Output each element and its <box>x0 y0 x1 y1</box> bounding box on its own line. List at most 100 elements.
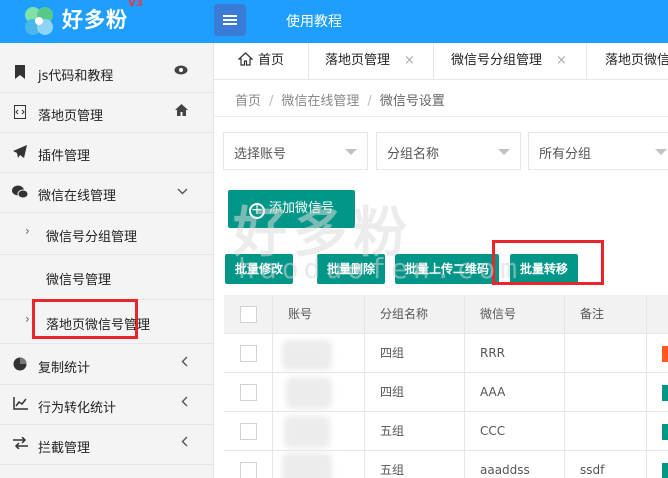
logo-text: 好多粉 <box>62 8 128 32</box>
redacted-account <box>282 453 332 478</box>
cell-wechat: RRR <box>480 346 506 360</box>
column-divider <box>364 295 365 478</box>
sidebar-item-plugins[interactable]: 插件管理 <box>0 133 214 173</box>
group-name-select[interactable]: 分组名称 <box>376 132 521 170</box>
tab-label: 落地页管理 <box>325 53 391 68</box>
breadcrumb-separator: / <box>269 94 274 109</box>
table-row[interactable]: 五组 CCC <box>224 412 668 451</box>
eye-icon[interactable] <box>174 64 188 78</box>
redacted-account <box>286 377 332 409</box>
column-header-account[interactable]: 账号 <box>288 295 312 334</box>
column-header-wechat[interactable]: 微信号 <box>480 295 516 334</box>
redacted-account <box>282 340 332 370</box>
divider <box>214 116 668 117</box>
sidebar-item-label: 落地页微信号管理 <box>46 318 151 333</box>
pie-chart-icon <box>12 357 28 373</box>
redacted-account <box>284 416 330 448</box>
sidebar-item-label: 插件管理 <box>38 149 91 164</box>
code-file-icon <box>12 105 28 121</box>
line-chart-icon <box>12 397 28 413</box>
breadcrumb-current: 微信号设置 <box>379 94 445 109</box>
cell-group: 五组 <box>380 463 405 477</box>
cell-wechat: CCC <box>480 424 506 438</box>
clover-logo-icon <box>25 7 53 35</box>
breadcrumb-separator: / <box>367 94 372 109</box>
home-outline-icon <box>237 52 254 66</box>
paper-plane-icon <box>12 145 28 161</box>
logo[interactable]: 好多粉 V3 <box>0 0 214 43</box>
column-header-group[interactable]: 分组名称 <box>380 295 428 334</box>
status-tag <box>662 424 668 440</box>
cell-group: 四组 <box>380 346 405 360</box>
caret-down-icon <box>498 149 510 155</box>
sidebar-item-conversion-stats[interactable]: 行为转化统计 <box>0 385 214 425</box>
chevron-left-icon <box>181 396 188 410</box>
cell-wechat: aaaddss <box>480 463 530 477</box>
sidebar-item-label: 落地页管理 <box>38 109 104 124</box>
sidebar-item-wechat-accounts[interactable]: 微信号管理 <box>0 256 214 300</box>
sidebar-item-js-code[interactable]: js代码和教程 <box>0 53 214 93</box>
wechat-icon <box>12 185 29 201</box>
table-row[interactable]: 四组 RRR <box>224 334 668 373</box>
watermark-url: haoduofen.com <box>238 252 523 285</box>
sidebar-item-copy-stats[interactable]: 复制统计 <box>0 345 214 385</box>
tab-landing-pages[interactable]: 落地页管理 × <box>325 43 415 79</box>
row-checkbox[interactable] <box>240 384 257 401</box>
chevron-right-icon: › <box>25 312 30 326</box>
bookmark-icon <box>12 65 28 81</box>
tutorial-link[interactable]: 使用教程 <box>286 11 342 31</box>
row-checkbox[interactable] <box>240 462 257 478</box>
account-select-placeholder: 选择账号 <box>234 147 287 162</box>
all-groups-select[interactable]: 所有分组 <box>528 132 668 170</box>
all-groups-value: 所有分组 <box>539 147 592 162</box>
group-select-value: 分组名称 <box>387 147 440 162</box>
cell-note: ssdf <box>580 463 605 477</box>
sidebar-item-label: 拦截管理 <box>38 441 91 456</box>
tab-separator <box>433 43 434 79</box>
table-row[interactable]: 五组 aaaddss ssdf <box>224 451 668 478</box>
tab-home[interactable]: 首页 <box>237 43 285 79</box>
cell-group: 四组 <box>380 385 405 399</box>
column-divider <box>464 295 465 478</box>
caret-down-icon <box>345 149 357 155</box>
breadcrumb-item[interactable]: 首页 <box>235 94 261 109</box>
status-tag <box>662 346 668 362</box>
tab-bar: 首页 落地页管理 × 微信号分组管理 × 落地页微信 <box>214 43 668 80</box>
sidebar-item-label: 微信号管理 <box>46 273 112 288</box>
sidebar-item-label: 行为转化统计 <box>38 401 117 416</box>
sidebar-item-label: 微信在线管理 <box>38 189 117 204</box>
sidebar-item-landing-pages[interactable]: 落地页管理 <box>0 93 214 133</box>
sidebar-item-intercept[interactable]: 拦截管理 <box>0 425 214 465</box>
tab-landing-wechat[interactable]: 落地页微信 <box>605 43 668 79</box>
select-all-checkbox[interactable] <box>240 306 257 323</box>
caret-down-icon <box>655 149 667 155</box>
row-checkbox[interactable] <box>240 345 257 362</box>
account-select[interactable]: 选择账号 <box>223 132 368 170</box>
chevron-down-icon <box>177 184 188 198</box>
sidebar-item-wechat-online[interactable]: 微信在线管理 <box>0 173 214 213</box>
logo-version: V3 <box>128 0 143 9</box>
column-header-note[interactable]: 备注 <box>580 295 604 334</box>
table-header-row: 账号 分组名称 微信号 备注 <box>224 295 668 334</box>
column-divider <box>272 295 273 478</box>
sidebar-item-wechat-groups[interactable]: › 微信号分组管理 <box>0 214 214 255</box>
tab-wechat-groups[interactable]: 微信号分组管理 × <box>451 43 567 79</box>
sidebar-item-landing-wechat[interactable]: › 落地页微信号管理 <box>0 300 214 344</box>
table-row[interactable]: 四组 AAA <box>224 373 668 412</box>
status-tag <box>662 385 668 401</box>
sidebar-item-label: js代码和教程 <box>38 69 114 84</box>
chevron-right-icon: › <box>25 224 30 238</box>
breadcrumb-item[interactable]: 微信在线管理 <box>281 94 359 109</box>
home-icon[interactable] <box>175 104 188 119</box>
tab-separator <box>308 43 309 79</box>
close-icon[interactable]: × <box>404 53 415 68</box>
tab-label: 微信号分组管理 <box>451 53 543 68</box>
column-divider <box>646 295 647 478</box>
row-checkbox[interactable] <box>240 423 257 440</box>
menu-toggle-button[interactable] <box>214 4 246 36</box>
tab-separator <box>586 43 587 79</box>
close-icon[interactable]: × <box>556 53 567 68</box>
sidebar-item-label: 微信号分组管理 <box>46 230 138 245</box>
exchange-icon <box>12 436 28 453</box>
tab-label: 首页 <box>258 53 285 68</box>
